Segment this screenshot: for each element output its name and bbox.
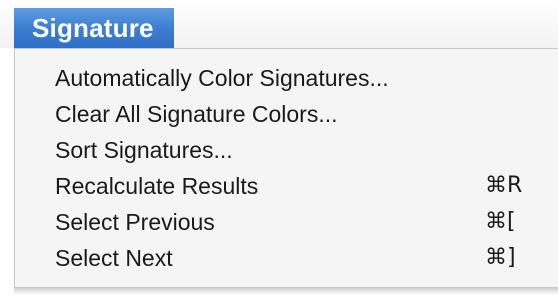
signature-menu-title[interactable]: Signature [14, 8, 174, 48]
menu-item-recalculate-results[interactable]: Recalculate Results ⌘R [55, 169, 535, 203]
menu-item-clear-all-signature-colors[interactable]: Clear All Signature Colors... [55, 97, 535, 131]
menu-drop-shadow [14, 288, 558, 295]
menu-item-automatically-color-signatures[interactable]: Automatically Color Signatures... [55, 61, 535, 95]
menu-item-label: Select Next [55, 245, 173, 271]
menu-item-select-previous[interactable]: Select Previous ⌘[ [55, 205, 535, 239]
menu-item-label: Clear All Signature Colors... [55, 101, 338, 127]
menu-item-shortcut: ⌘R [485, 173, 523, 198]
menu-item-label: Automatically Color Signatures... [55, 65, 389, 91]
menu-item-label: Select Previous [55, 209, 215, 235]
signature-dropdown-menu: Automatically Color Signatures... Clear … [14, 48, 558, 288]
menu-item-label: Recalculate Results [55, 173, 259, 199]
menu-item-select-next[interactable]: Select Next ⌘] [55, 241, 535, 275]
menu-item-shortcut: ⌘[ [485, 209, 516, 234]
menu-item-shortcut: ⌘] [485, 245, 516, 270]
menu-item-label: Sort Signatures... [55, 137, 233, 163]
menu-item-sort-signatures[interactable]: Sort Signatures... [55, 133, 535, 167]
